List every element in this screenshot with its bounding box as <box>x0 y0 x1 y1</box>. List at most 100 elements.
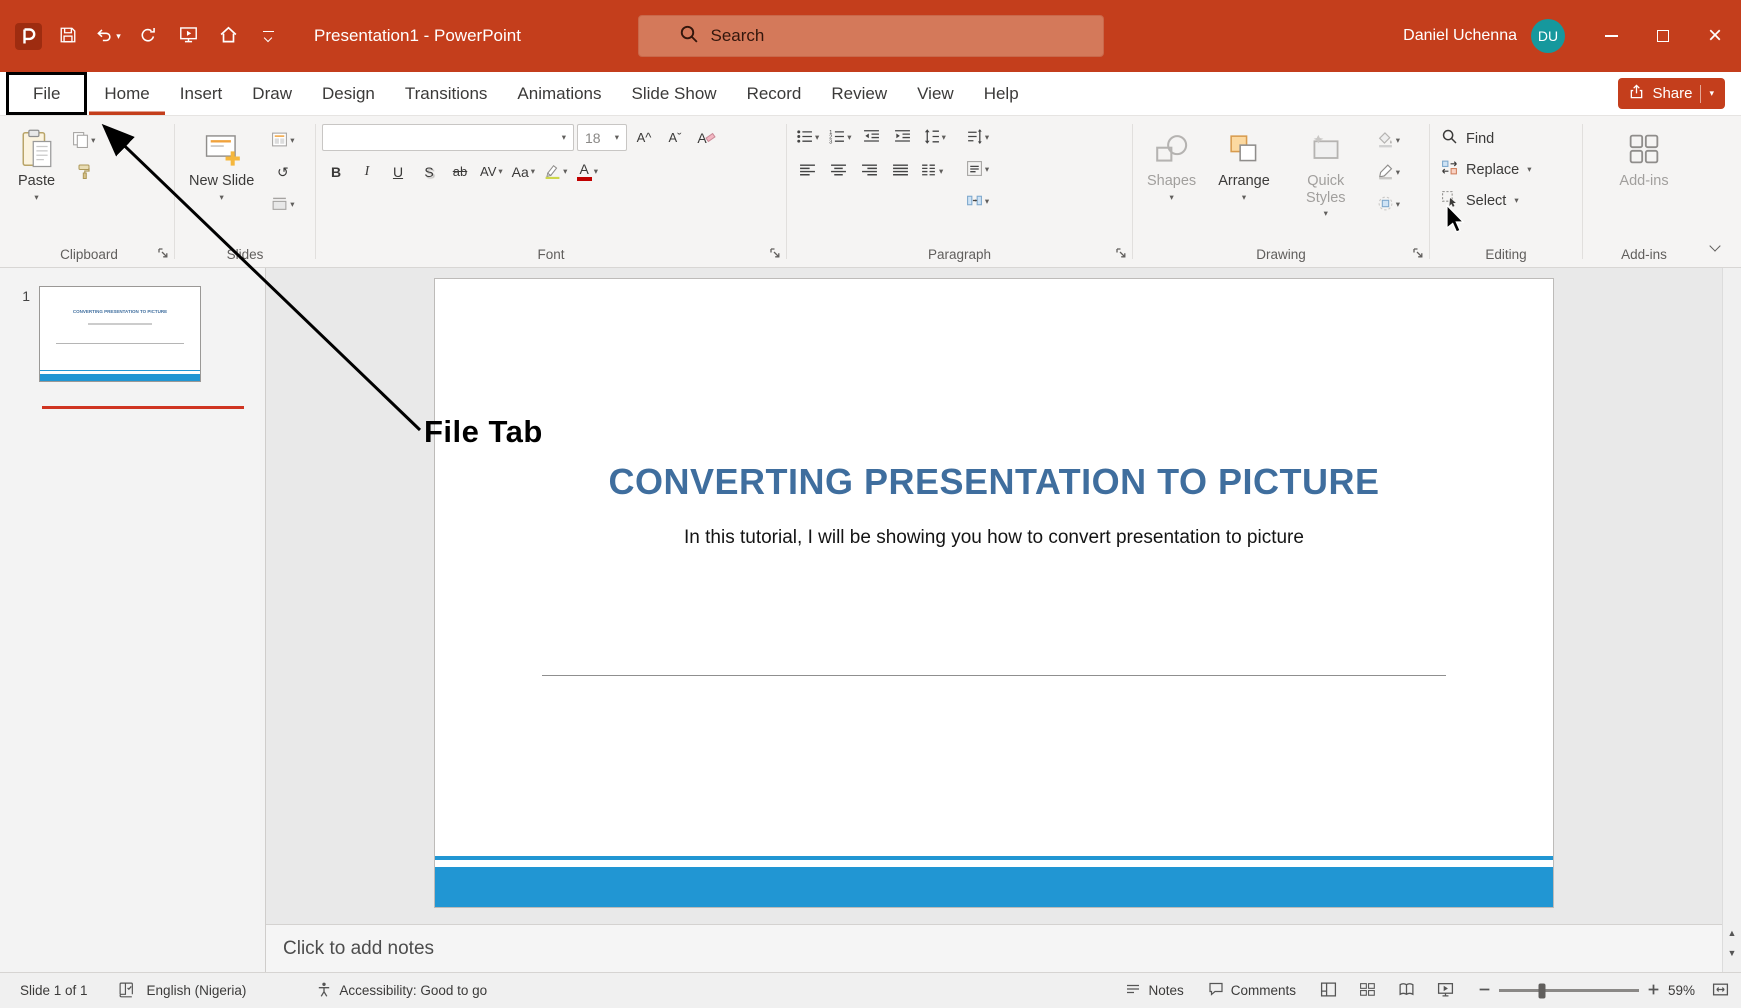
paste-button[interactable]: Paste ▾ <box>10 124 63 205</box>
shapes-dropdown-icon[interactable]: ▾ <box>1169 193 1173 202</box>
redo-button[interactable] <box>130 18 166 54</box>
shape-fill-button[interactable]: ▾ <box>1374 127 1403 154</box>
slide-sorter-view-button[interactable] <box>1359 981 1376 1001</box>
arrange-button[interactable]: Arrange ▾ <box>1210 124 1278 205</box>
bold-button[interactable]: B <box>322 158 350 185</box>
powerpoint-logo-icon[interactable] <box>10 18 46 54</box>
drawing-dialog-launcher[interactable] <box>1411 246 1425 260</box>
normal-view-button[interactable] <box>1320 981 1337 1001</box>
align-text-dropdown-icon[interactable]: ▾ <box>985 165 989 174</box>
text-shadow-button[interactable]: S <box>415 158 443 185</box>
tab-file[interactable]: File <box>6 72 88 115</box>
copy-dropdown-icon[interactable]: ▾ <box>91 136 95 145</box>
replace-button[interactable]: Replace ▾ <box>1436 155 1536 184</box>
collapse-ribbon-button[interactable] <box>1703 237 1727 259</box>
copy-button[interactable]: ▾ <box>69 127 98 154</box>
share-dropdown-icon[interactable]: ▾ <box>1709 88 1714 99</box>
tab-record[interactable]: Record <box>732 72 817 115</box>
tab-design[interactable]: Design <box>307 72 390 115</box>
home-button[interactable] <box>210 18 246 54</box>
notes-toggle-button[interactable]: Notes <box>1125 981 1184 1000</box>
font-size-combo[interactable]: 18 ▾ <box>577 124 627 151</box>
tab-animations[interactable]: Animations <box>502 72 616 115</box>
shape-effects-dropdown-icon[interactable]: ▾ <box>1396 200 1400 209</box>
smartart-dropdown-icon[interactable]: ▾ <box>985 197 989 206</box>
spell-check-button[interactable] <box>118 981 135 1001</box>
paragraph-dialog-launcher[interactable] <box>1114 246 1128 260</box>
bullets-button[interactable]: ▾ <box>793 124 822 151</box>
zoom-slider[interactable] <box>1499 983 1639 998</box>
quick-access-customize-button[interactable] <box>250 18 286 54</box>
decrease-font-size-button[interactable]: Aˇ <box>661 124 689 151</box>
accessibility-checker[interactable]: Accessibility: Good to go <box>316 981 487 1001</box>
font-color-dropdown-icon[interactable]: ▾ <box>594 167 598 176</box>
undo-button[interactable]: ▾ <box>90 18 126 54</box>
slide-section-dropdown-icon[interactable]: ▾ <box>290 200 294 209</box>
tab-slide-show[interactable]: Slide Show <box>617 72 732 115</box>
underline-button[interactable]: U <box>384 158 412 185</box>
shape-effects-button[interactable]: ▾ <box>1374 191 1403 218</box>
slide-section-button[interactable]: ▾ <box>268 191 297 218</box>
line-spacing-dropdown-icon[interactable]: ▾ <box>942 133 946 142</box>
character-spacing-dropdown-icon[interactable]: ▾ <box>498 167 502 176</box>
font-color-button[interactable]: A ▾ <box>573 158 601 185</box>
align-text-button[interactable]: ▾ <box>963 156 992 183</box>
change-case-button[interactable]: Aa ▾ <box>509 158 538 185</box>
font-name-combo[interactable]: ▾ <box>322 124 574 151</box>
font-name-dropdown-icon[interactable]: ▾ <box>562 133 566 142</box>
strikethrough-button[interactable]: ab <box>446 158 474 185</box>
bullets-dropdown-icon[interactable]: ▾ <box>815 133 819 142</box>
align-left-button[interactable] <box>793 158 821 185</box>
replace-dropdown-icon[interactable]: ▾ <box>1527 165 1531 174</box>
user-name[interactable]: Daniel Uchenna <box>1403 27 1517 45</box>
tab-help[interactable]: Help <box>969 72 1034 115</box>
reading-view-button[interactable] <box>1398 981 1415 1001</box>
slide-subtitle-textbox[interactable]: In this tutorial, I will be showing you … <box>435 527 1553 549</box>
quick-styles-dropdown-icon[interactable]: ▾ <box>1324 209 1328 218</box>
scroll-down-button[interactable]: ▼ <box>1723 949 1741 958</box>
zoom-slider-knob[interactable] <box>1538 983 1546 998</box>
fit-slide-button[interactable] <box>1712 981 1729 1001</box>
vertical-scrollbar[interactable]: ▲ ▼ <box>1722 268 1741 972</box>
increase-font-size-button[interactable]: A^ <box>630 124 658 151</box>
share-button[interactable]: Share ▾ <box>1618 78 1725 109</box>
slideshow-view-button[interactable] <box>1437 981 1454 1001</box>
minimize-button[interactable] <box>1585 0 1637 72</box>
numbering-dropdown-icon[interactable]: ▾ <box>847 133 851 142</box>
tab-draw[interactable]: Draw <box>237 72 307 115</box>
comments-toggle-button[interactable]: Comments <box>1208 981 1296 1000</box>
line-spacing-button[interactable]: ▾ <box>920 124 949 151</box>
find-button[interactable]: Find <box>1436 124 1499 153</box>
slide-editing-area[interactable]: CONVERTING PRESENTATION TO PICTURE In th… <box>266 268 1722 924</box>
close-button[interactable]: × <box>1689 0 1741 72</box>
save-button[interactable] <box>50 18 86 54</box>
user-avatar[interactable]: DU <box>1531 19 1565 53</box>
slide-layout-dropdown-icon[interactable]: ▾ <box>290 136 294 145</box>
quick-styles-button[interactable]: Quick Styles ▾ <box>1284 124 1368 222</box>
increase-indent-button[interactable] <box>889 124 917 151</box>
font-dialog-launcher[interactable] <box>768 246 782 260</box>
convert-to-smartart-button[interactable]: ▾ <box>963 188 992 215</box>
language-indicator[interactable]: English (Nigeria) <box>147 983 247 998</box>
slide-thumbnail[interactable]: CONVERTING PRESENTATION TO PICTURE <box>39 286 201 382</box>
columns-button[interactable]: ▾ <box>917 158 946 185</box>
character-spacing-button[interactable]: AV ▾ <box>477 158 506 185</box>
columns-dropdown-icon[interactable]: ▾ <box>939 167 943 176</box>
start-slideshow-button[interactable] <box>170 18 206 54</box>
tab-home[interactable]: Home <box>89 72 164 115</box>
new-slide-dropdown-icon[interactable]: ▾ <box>220 193 224 202</box>
text-highlight-button[interactable]: ▾ <box>541 158 570 185</box>
paste-dropdown-icon[interactable]: ▾ <box>34 193 38 202</box>
scroll-up-button[interactable]: ▲ <box>1723 929 1741 938</box>
select-dropdown-icon[interactable]: ▾ <box>1514 196 1518 205</box>
tab-review[interactable]: Review <box>816 72 902 115</box>
maximize-button[interactable] <box>1637 0 1689 72</box>
clear-formatting-button[interactable]: A <box>692 124 720 151</box>
zoom-out-button[interactable] <box>1478 983 1491 999</box>
format-painter-button[interactable] <box>69 159 98 186</box>
shapes-button[interactable]: Shapes ▾ <box>1139 124 1204 205</box>
tab-transitions[interactable]: Transitions <box>390 72 503 115</box>
reset-slide-button[interactable]: ↺ <box>268 159 297 186</box>
shape-outline-button[interactable]: ▾ <box>1374 159 1403 186</box>
select-button[interactable]: Select ▾ <box>1436 186 1524 215</box>
